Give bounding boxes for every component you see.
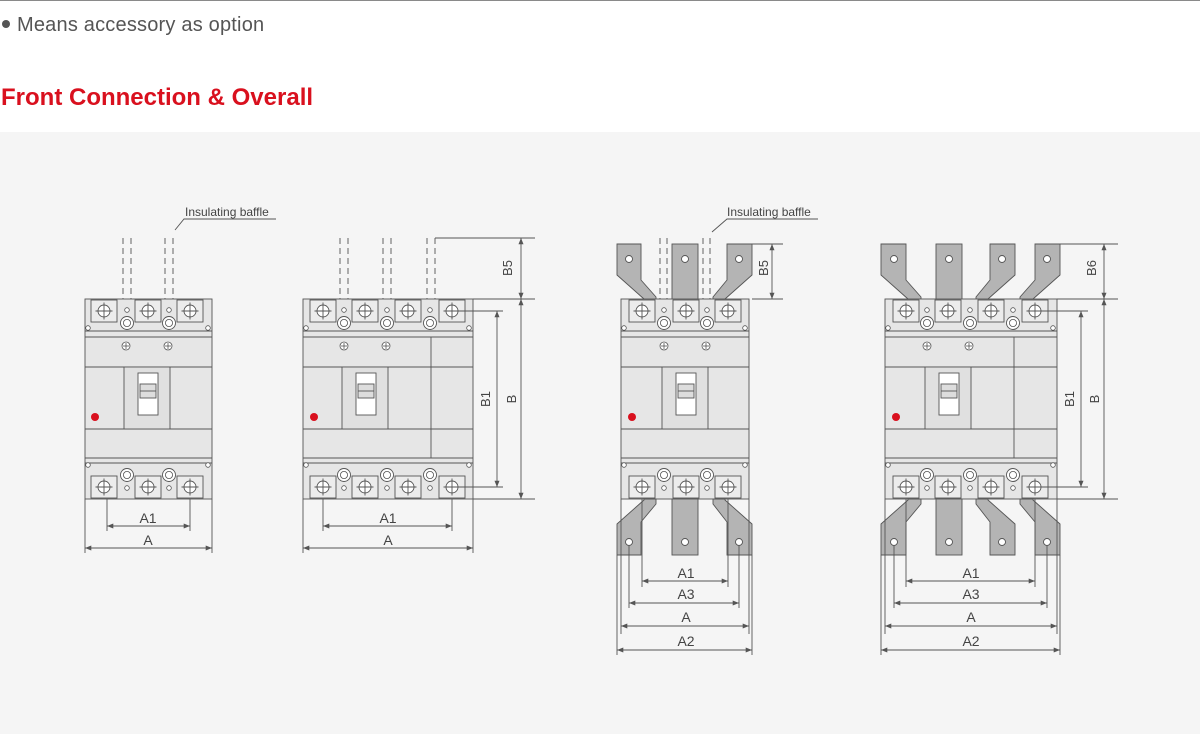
- section-title: Front Connection & Overall: [1, 84, 314, 111]
- d2-b1-label: B1: [478, 391, 493, 407]
- d4-b6-label: B6: [1084, 260, 1099, 276]
- accessory-note: Means accessory as option: [2, 14, 264, 37]
- breaker-3pole-busbar: [616, 218, 818, 655]
- d2-b5-label: B5: [500, 260, 515, 276]
- d4-a3-label: A3: [962, 586, 979, 602]
- breaker-4pole-busbar: [880, 243, 1118, 655]
- d4-a2-label: A2: [962, 633, 979, 649]
- d1-callout-label: Insulating baffle: [185, 205, 269, 219]
- diagram-panel: Insulating baffle A1 A A1 A B5 B1 B Insu…: [0, 132, 1200, 734]
- d3-a-label: A: [681, 609, 691, 625]
- d3-callout-label: Insulating baffle: [727, 205, 811, 219]
- d1-a1-label: A1: [139, 510, 156, 526]
- breaker-4pole: [302, 237, 535, 553]
- top-divider: [0, 0, 1200, 1]
- d1-a-label: A: [143, 532, 153, 548]
- d3-a1-label: A1: [677, 565, 694, 581]
- d2-a1-label: A1: [379, 510, 396, 526]
- d3-b5-label: B5: [756, 260, 771, 276]
- d3-a3-label: A3: [677, 586, 694, 602]
- d3-a2-label: A2: [677, 633, 694, 649]
- dimension-drawings: Insulating baffle A1 A A1 A B5 B1 B Insu…: [84, 205, 1118, 655]
- d4-b-label: B: [1087, 395, 1102, 404]
- d4-a-label: A: [966, 609, 976, 625]
- d2-a-label: A: [383, 532, 393, 548]
- d4-b1-label: B1: [1062, 391, 1077, 407]
- breaker-3pole-baffle: [84, 218, 276, 553]
- bullet-icon: [2, 19, 10, 28]
- accessory-note-text: Means accessory as option: [17, 14, 265, 36]
- d2-b-label: B: [504, 395, 519, 404]
- d4-a1-label: A1: [962, 565, 979, 581]
